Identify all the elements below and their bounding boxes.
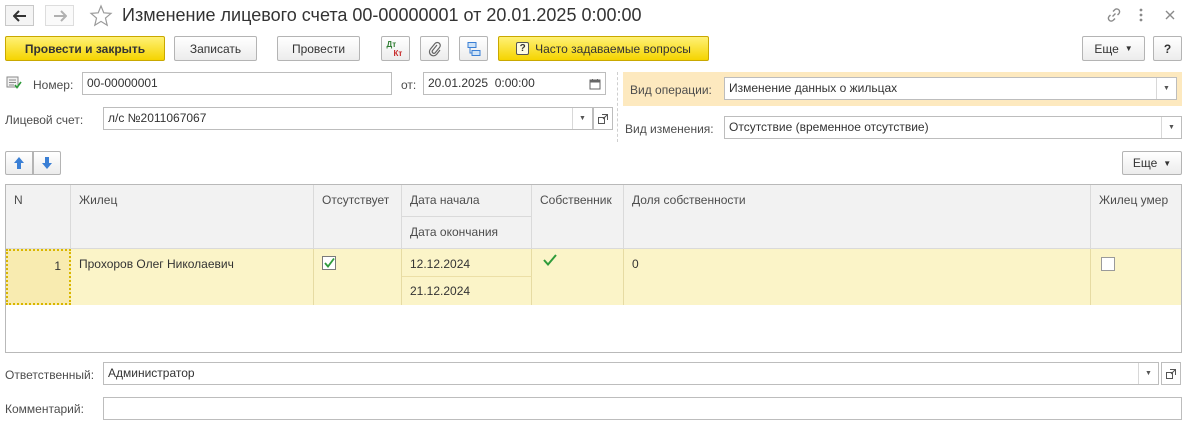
cell-n[interactable]: 1 <box>6 249 71 305</box>
arrow-left-icon <box>12 9 26 22</box>
cell-resident[interactable]: Прохоров Олег Николаевич <box>71 249 314 305</box>
cell-start-date[interactable]: 12.12.2024 <box>402 249 532 277</box>
comment-label: Комментарий: <box>5 402 84 416</box>
page-title: Изменение лицевого счета 00-00000001 от … <box>122 5 642 25</box>
faq-button[interactable]: ? Часто задаваемые вопросы <box>498 36 709 61</box>
column-header-n[interactable]: N <box>6 185 71 249</box>
change-type-label: Вид изменения: <box>625 122 714 136</box>
forward-button[interactable] <box>45 5 74 26</box>
more-button[interactable]: Еще ▼ <box>1082 36 1145 61</box>
residents-table[interactable]: N Жилец Отсутствует Дата начала Дата око… <box>5 184 1182 353</box>
link-button[interactable] <box>1104 5 1124 25</box>
arrow-down-icon <box>42 157 52 169</box>
absent-checkbox[interactable] <box>322 256 336 270</box>
cell-share[interactable]: 0 <box>624 249 1091 305</box>
number-field[interactable]: 00-00000001 <box>82 72 392 95</box>
chevron-down-icon[interactable]: ▼ <box>1156 78 1176 99</box>
account-open-button[interactable] <box>593 107 613 130</box>
structure-button[interactable] <box>459 36 488 61</box>
check-icon <box>543 254 557 267</box>
star-icon <box>89 4 113 27</box>
chevron-down-icon[interactable]: ▼ <box>572 108 592 129</box>
table-more-button[interactable]: Еще ▼ <box>1122 151 1182 175</box>
chevron-down-icon: ▼ <box>1163 158 1172 168</box>
more-vertical-icon <box>1139 8 1143 22</box>
post-and-close-button[interactable]: Провести и закрыть <box>5 36 165 61</box>
cell-absent[interactable] <box>314 249 402 305</box>
cell-deceased[interactable] <box>1091 249 1181 305</box>
faq-label: Часто задаваемые вопросы <box>535 41 691 56</box>
header-divider <box>617 72 618 142</box>
paperclip-icon <box>428 41 441 56</box>
open-form-icon <box>1166 368 1176 379</box>
column-header-end-date[interactable]: Дата окончания <box>402 217 532 249</box>
attach-button[interactable] <box>420 36 449 61</box>
check-icon <box>324 257 335 268</box>
chevron-down-icon: ▼ <box>1124 44 1133 53</box>
favorite-button[interactable] <box>89 4 113 28</box>
open-form-icon <box>598 113 608 124</box>
calendar-icon[interactable] <box>585 73 605 94</box>
move-down-button[interactable] <box>33 151 61 175</box>
change-type-field[interactable]: Отсутствие (временное отсутствие) ▼ <box>724 116 1182 139</box>
document-status-icon <box>6 76 22 90</box>
responsible-label: Ответственный: <box>5 368 95 382</box>
cell-end-date[interactable]: 21.12.2024 <box>402 277 532 305</box>
column-header-start-date[interactable]: Дата начала <box>402 185 532 217</box>
close-icon <box>1165 10 1175 20</box>
back-button[interactable] <box>5 5 34 26</box>
chevron-down-icon[interactable]: ▼ <box>1161 117 1181 138</box>
operation-label: Вид операции: <box>630 83 712 97</box>
structure-icon <box>467 41 480 56</box>
chevron-down-icon[interactable]: ▼ <box>1138 363 1158 384</box>
column-header-share[interactable]: Доля собственности <box>624 185 1091 249</box>
dt-kt-icon: Дт Кт <box>386 39 403 58</box>
column-header-absent[interactable]: Отсутствует <box>314 185 402 249</box>
account-field[interactable]: л/с №2011067067 ▼ <box>103 107 593 130</box>
arrow-up-icon <box>14 157 24 169</box>
move-up-button[interactable] <box>5 151 33 175</box>
number-label: Номер: <box>33 78 74 92</box>
write-button[interactable]: Записать <box>174 36 257 61</box>
help-button[interactable]: ? <box>1153 36 1182 61</box>
dt-kt-button[interactable]: Дт Кт <box>381 36 410 61</box>
link-icon <box>1107 8 1121 22</box>
responsible-open-button[interactable] <box>1161 362 1181 385</box>
responsible-field[interactable]: Администратор ▼ <box>103 362 1159 385</box>
column-header-resident[interactable]: Жилец <box>71 185 314 249</box>
help-icon: ? <box>516 42 530 55</box>
close-button[interactable] <box>1160 5 1180 25</box>
comment-field[interactable] <box>103 397 1182 420</box>
deceased-checkbox[interactable] <box>1101 257 1115 271</box>
operation-field[interactable]: Изменение данных о жильцах ▼ <box>724 77 1177 100</box>
date-field[interactable]: 20.01.2025 0:00:00 <box>423 72 606 95</box>
column-header-owner[interactable]: Собственник <box>532 185 624 249</box>
more-actions-button[interactable] <box>1131 5 1151 25</box>
date-label: от: <box>401 78 417 92</box>
account-label: Лицевой счет: <box>5 113 84 127</box>
cell-owner[interactable] <box>532 249 624 305</box>
arrow-right-icon <box>53 9 67 22</box>
column-header-deceased[interactable]: Жилец умер <box>1091 185 1181 249</box>
post-button[interactable]: Провести <box>277 36 360 61</box>
